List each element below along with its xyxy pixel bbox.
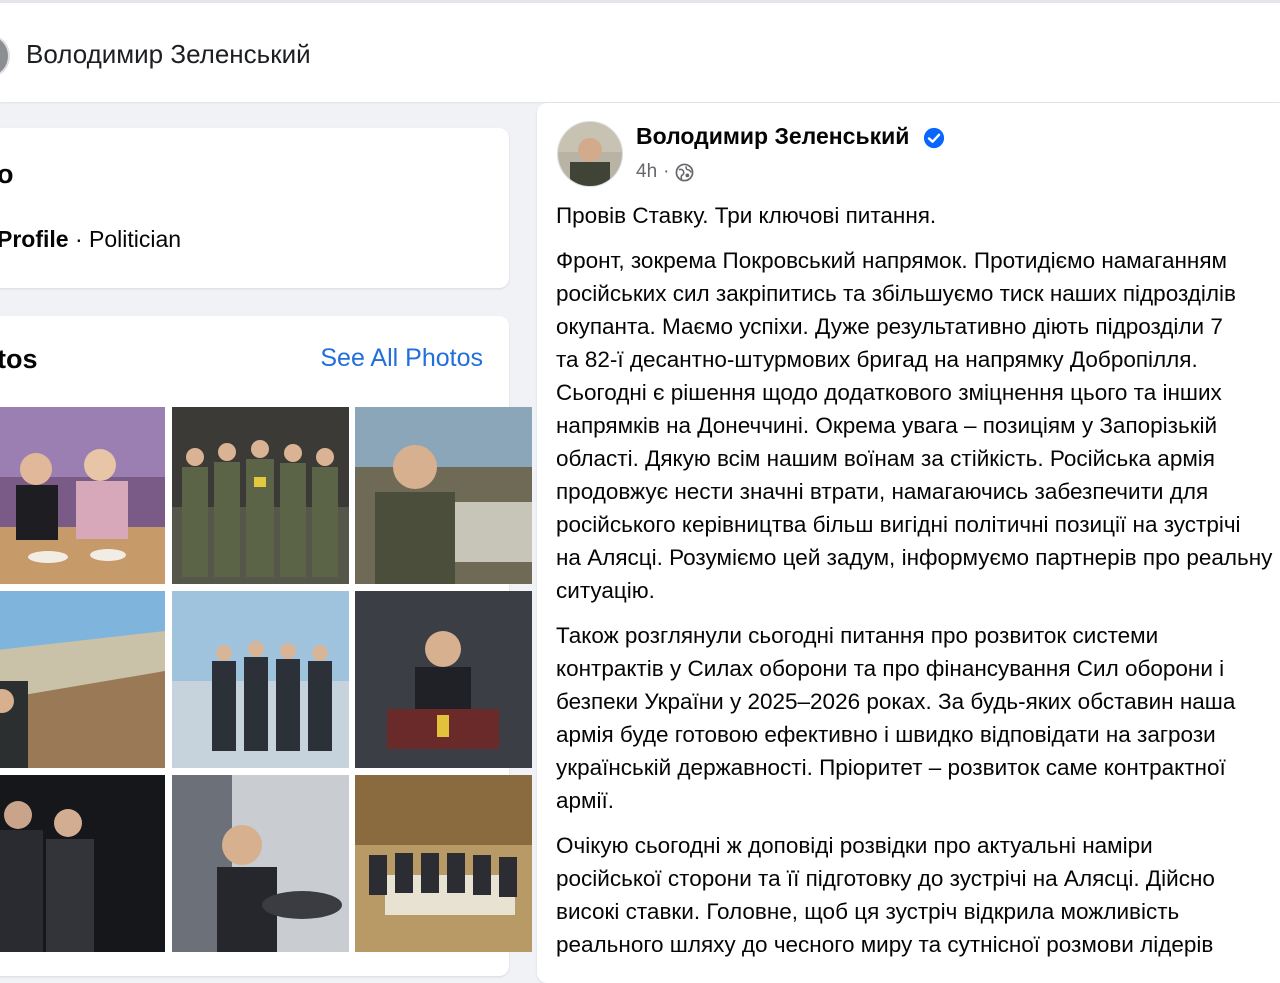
photo-grid — [0, 407, 532, 958]
globe-icon[interactable] — [675, 163, 694, 182]
post-line: Сьогодні є рішення щодо додаткового зміц… — [556, 380, 1222, 405]
post-paragraph: Фронт, зокрема Покровський напрямок. Про… — [556, 244, 1280, 607]
post-line: російських сил закріпитись та збільшуємо… — [556, 281, 1236, 306]
photos-heading: tos — [0, 344, 38, 374]
see-all-photos-link[interactable]: See All Photos — [320, 344, 483, 373]
post-line: Провів Ставку. Три ключові питання. — [556, 203, 937, 228]
photo-tile-trench[interactable] — [355, 407, 532, 584]
post-line: Очікую сьогодні ж доповіді розвідки про … — [556, 833, 1153, 858]
post-line: Фронт, зокрема Покровський напрямок. Про… — [556, 248, 1227, 273]
photo-tile-meeting[interactable] — [355, 775, 532, 952]
page-title: Володимир Зеленський — [26, 39, 311, 69]
photo-tile-bridge[interactable] — [0, 591, 165, 768]
intro-card: o Profile · Politician — [0, 128, 509, 288]
dot-separator: · — [663, 161, 670, 182]
profile-category-line: Profile · Politician — [0, 226, 181, 253]
post-line: ситуацію. — [556, 578, 655, 603]
post-line: області. Дякую всім нашим воїнам за стій… — [556, 446, 1215, 471]
post-line: армії. — [556, 788, 614, 813]
post-text: Провів Ставку. Три ключові питання. Фрон… — [556, 199, 1280, 973]
post-line: високі ставки. Головне, щоб ця зустріч в… — [556, 899, 1180, 924]
post-line: армія буде готовою ефективно і швидко ві… — [556, 722, 1216, 747]
photo-tile-dinner[interactable] — [0, 407, 165, 584]
page-header-bar: Володимир Зеленський — [0, 0, 1280, 102]
post-line: російського керівництва більш вигідні по… — [556, 512, 1241, 537]
post-timestamp[interactable]: 4h — [636, 161, 657, 183]
post-line: напрямків на Донеччині. Окрема увага – п… — [556, 413, 1218, 438]
post-line: Також розглянули сьогодні питання про ро… — [556, 623, 1159, 648]
separator-dot: · — [68, 226, 90, 252]
photos-card: tos See All Photos — [0, 316, 532, 976]
post-line: окупанта. Маємо успіхи. Дуже результатив… — [556, 314, 1223, 339]
profile-type: Profile — [0, 226, 69, 252]
post-line: реального шляху до чесного миру та сутні… — [556, 932, 1214, 957]
post-line: продовжує нести значні втрати, намагаючи… — [556, 479, 1209, 504]
post-line: та 82-ї десантно-штурмових бригад на нап… — [556, 347, 1198, 372]
photo-tile-night-group[interactable] — [0, 775, 165, 952]
post-author-name[interactable]: Володимир Зеленський — [636, 123, 909, 150]
post-card: Володимир Зеленський 4h · Провів Ставку.… — [537, 103, 1280, 983]
post-line: безпеки України у 2025–2026 роках. За бу… — [556, 689, 1236, 714]
intro-heading: o — [0, 159, 14, 189]
photo-tile-soldiers-group[interactable] — [172, 407, 349, 584]
author-avatar[interactable] — [557, 121, 623, 187]
verified-badge-icon — [923, 127, 945, 149]
post-paragraph: Провів Ставку. Три ключові питання. — [556, 199, 1280, 232]
post-meta: 4h · — [636, 161, 694, 183]
post-line: російської сторони та її підготовку до з… — [556, 866, 1215, 891]
post-paragraph: Також розглянули сьогодні питання про ро… — [556, 619, 1280, 817]
post-paragraph: Очікую сьогодні ж доповіді розвідки про … — [556, 829, 1280, 961]
post-line: українській державності. Пріоритет – роз… — [556, 755, 1226, 780]
photo-tile-pier[interactable] — [172, 591, 349, 768]
photo-tile-podium-speech[interactable] — [355, 591, 532, 768]
post-line: на Алясці. Розуміємо цей задум, інформує… — [556, 545, 1273, 570]
page-avatar[interactable] — [0, 35, 10, 77]
profile-category: Politician — [89, 226, 182, 252]
photo-tile-car[interactable] — [172, 775, 349, 952]
post-line: контрактів у Силах оборони та про фінанс… — [556, 656, 1225, 681]
